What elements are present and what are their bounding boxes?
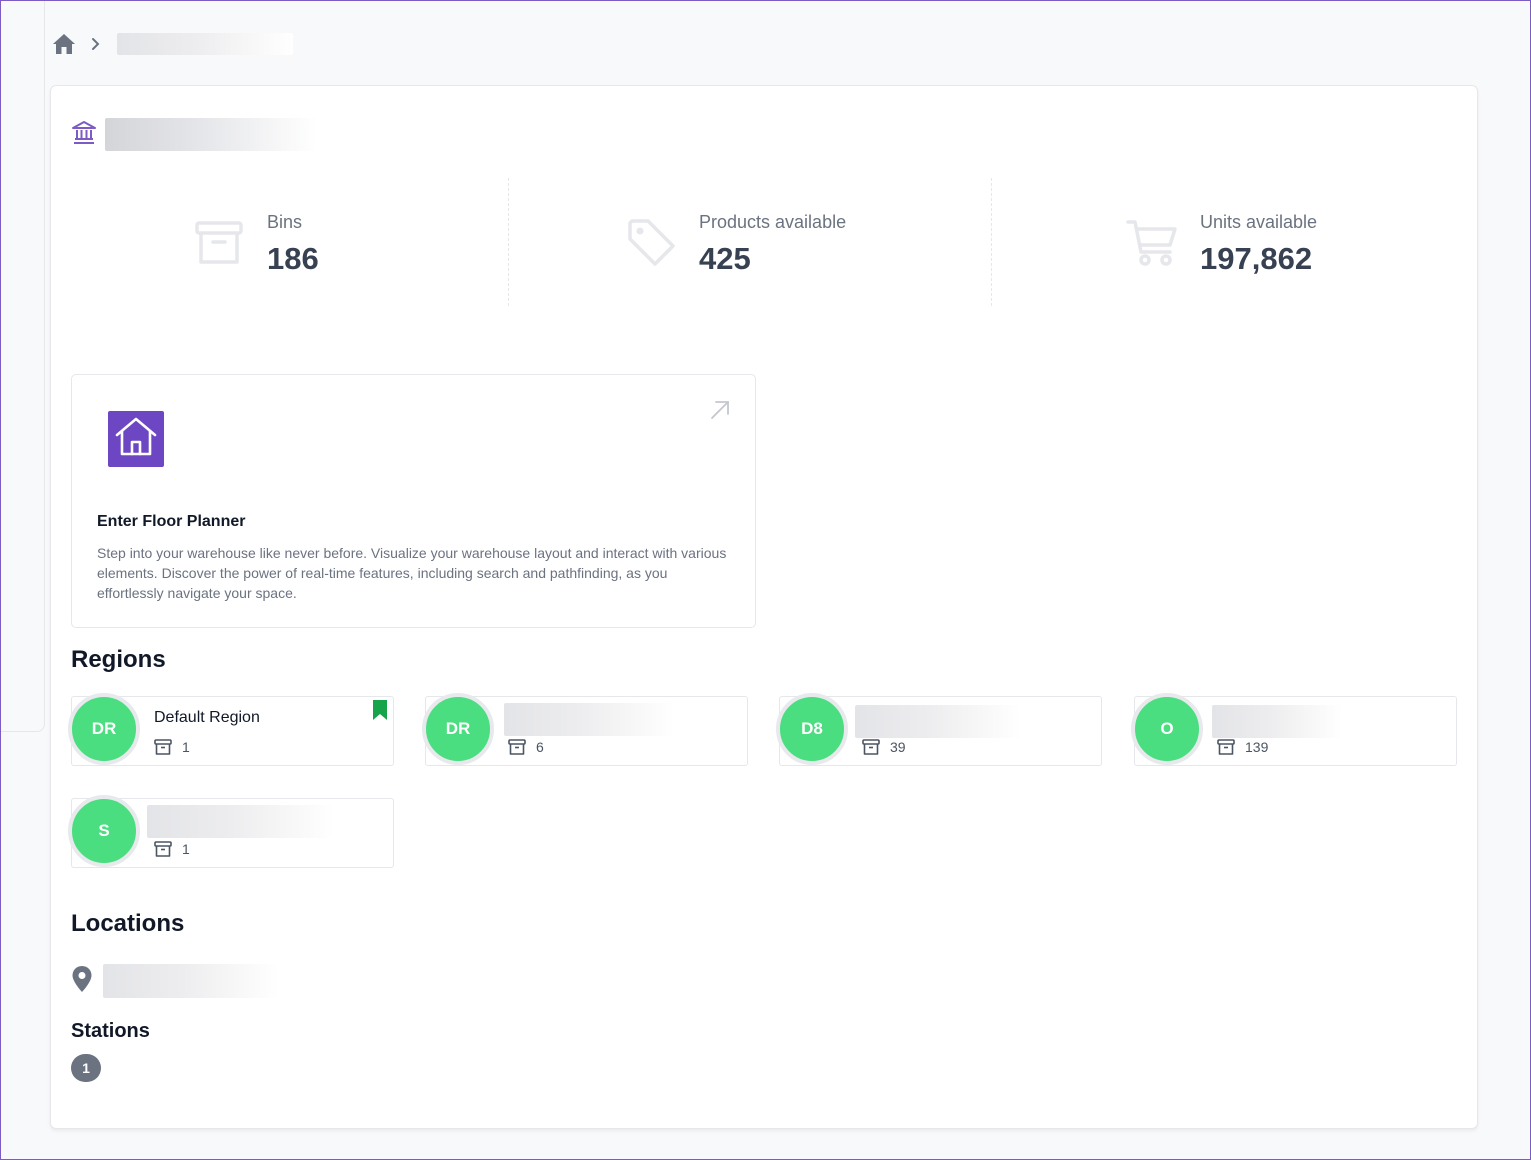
stat-bins: Bins 186 <box>71 178 508 306</box>
stat-products: Products available 425 <box>508 178 991 306</box>
warehouse-icon <box>71 119 97 150</box>
stat-label: Units available <box>1200 212 1318 232</box>
archive-box-icon <box>862 739 880 755</box>
region-avatar: DR <box>422 693 494 765</box>
region-name: Default Region <box>154 709 260 726</box>
page-edge-divider <box>1 1 45 732</box>
archive-box-icon <box>154 841 172 857</box>
region-bin-count: 1 <box>154 841 190 857</box>
home-icon[interactable] <box>51 31 77 57</box>
region-avatar: D8 <box>776 693 848 765</box>
floor-planner-card[interactable]: Enter Floor Planner Step into your wareh… <box>71 374 756 628</box>
region-name-placeholder <box>504 703 674 736</box>
region-avatar: S <box>68 795 140 867</box>
region-card[interactable]: S 1 <box>68 795 394 868</box>
cart-icon <box>1126 218 1178 273</box>
regions-title: Regions <box>71 646 166 673</box>
region-card[interactable]: DR Default Region 1 <box>68 693 394 766</box>
stat-label: Bins <box>267 212 303 232</box>
map-pin-icon <box>71 965 93 998</box>
breadcrumb <box>51 29 293 59</box>
warehouse-card: Bins 186 Products available 425 Units av… <box>50 85 1478 1129</box>
bookmark-icon[interactable] <box>372 699 388 726</box>
region-bin-count-value: 39 <box>890 739 906 755</box>
region-avatar: DR <box>68 693 140 765</box>
warehouse-header <box>71 118 317 151</box>
region-bin-count-value: 6 <box>536 739 544 755</box>
region-bin-count: 39 <box>862 739 906 755</box>
region-bin-count-value: 1 <box>182 739 190 755</box>
region-bin-count-value: 139 <box>1245 739 1269 755</box>
floor-planner-title: Enter Floor Planner <box>97 513 246 530</box>
warehouse-name-placeholder <box>105 118 317 151</box>
floor-planner-description: Step into your warehouse like never befo… <box>97 545 727 601</box>
region-name-placeholder <box>1212 705 1342 738</box>
region-bin-count: 139 <box>1217 739 1268 755</box>
region-card[interactable]: D8 39 <box>776 693 1102 766</box>
house-icon <box>114 416 158 463</box>
location-name-placeholder <box>103 964 279 998</box>
region-bin-count: 6 <box>508 739 544 755</box>
region-card[interactable]: O 139 <box>1131 693 1457 766</box>
region-card[interactable]: DR 6 <box>422 693 748 766</box>
breadcrumb-current-placeholder[interactable] <box>117 33 293 55</box>
archive-box-icon <box>154 739 172 755</box>
stat-units: Units available 197,862 <box>991 178 1458 306</box>
region-avatar: O <box>1131 693 1203 765</box>
archive-box-icon <box>195 220 243 271</box>
location-item[interactable] <box>71 964 279 998</box>
floor-planner-badge <box>108 411 164 467</box>
chevron-right-icon <box>91 37 103 51</box>
arrow-up-right-icon[interactable] <box>709 399 731 426</box>
region-name-placeholder <box>147 805 335 838</box>
archive-box-icon <box>1217 739 1235 755</box>
region-name-placeholder <box>855 705 1021 738</box>
locations-title: Locations <box>71 910 185 937</box>
region-bin-count: 1 <box>154 739 190 755</box>
stat-label: Products available <box>699 212 847 232</box>
region-bin-count-value: 1 <box>182 841 190 857</box>
stations-count-badge[interactable]: 1 <box>71 1054 101 1082</box>
stat-value: 186 <box>267 241 319 276</box>
stats-row: Bins 186 Products available 425 Units av… <box>71 178 1458 306</box>
stat-value: 425 <box>699 241 751 276</box>
archive-box-icon <box>508 739 526 755</box>
tag-icon <box>627 218 677 273</box>
stat-value: 197,862 <box>1200 241 1313 276</box>
stations-title: Stations <box>71 1020 150 1042</box>
